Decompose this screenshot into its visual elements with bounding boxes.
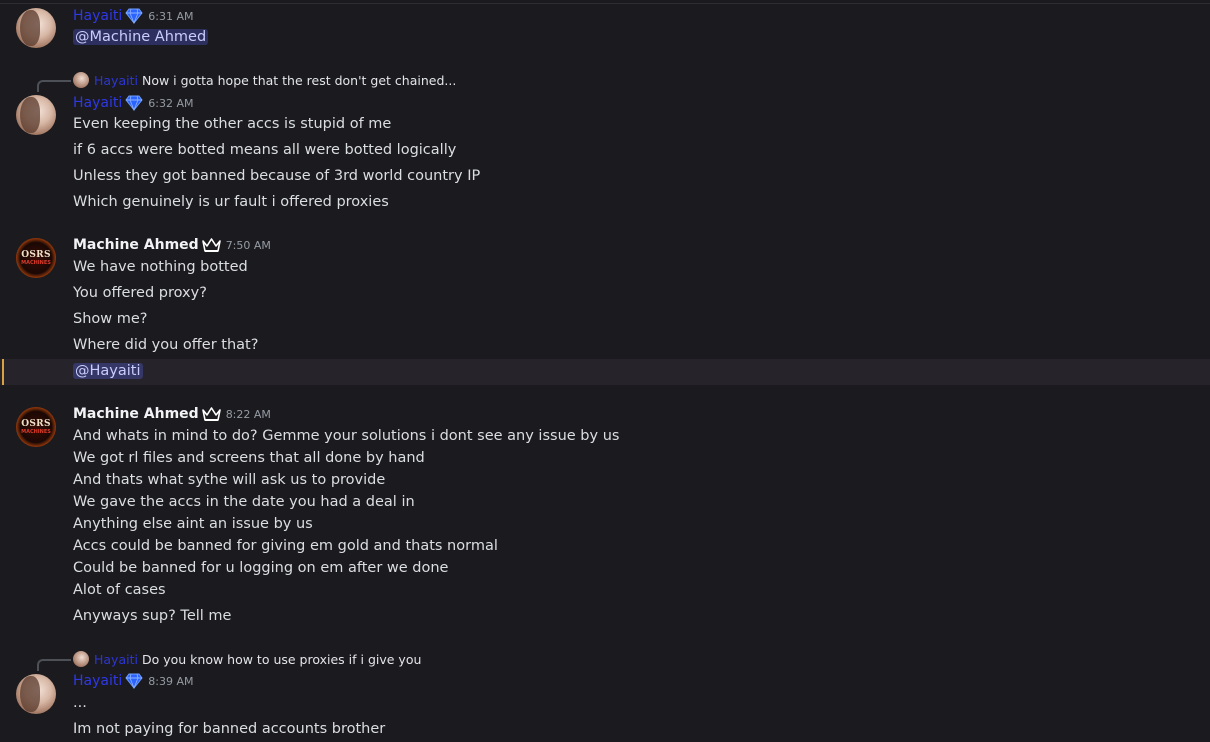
avatar[interactable]: OSRS MACHINES: [16, 238, 56, 278]
message-line: And whats in mind to do? Gemme your solu…: [73, 428, 620, 444]
message-line: We got rl files and screens that all don…: [73, 450, 425, 466]
message-line: Im not paying for banned accounts brothe…: [73, 721, 386, 737]
message-line: We gave the accs in the date you had a d…: [73, 494, 415, 510]
user-mention[interactable]: @Machine Ahmed: [73, 29, 209, 45]
avatar-logo-text: OSRS: [21, 419, 51, 429]
message-header: Machine Ahmed 8:22 AM: [73, 406, 271, 422]
reply-avatar: [73, 72, 89, 88]
avatar[interactable]: [16, 95, 56, 135]
message-line: @Machine Ahmed: [73, 29, 209, 45]
message-line: Alot of cases: [73, 582, 166, 598]
crown-icon[interactable]: [201, 406, 221, 422]
timestamp: 6:31 AM: [148, 9, 194, 23]
timestamp: 6:32 AM: [148, 96, 194, 110]
reply-author[interactable]: Hayaiti: [94, 73, 138, 88]
message-line: if 6 accs were botted means all were bot…: [73, 142, 457, 158]
avatar[interactable]: [16, 8, 56, 48]
message-line: Could be banned for u logging on em afte…: [73, 560, 449, 576]
avatar-logo-subtext: MACHINES: [21, 260, 51, 266]
message-header: Machine Ahmed 7:50 AM: [73, 237, 271, 253]
message-header: Hayaiti 6:32 AM: [73, 95, 193, 111]
author-name[interactable]: Hayaiti: [73, 673, 122, 689]
message-line: Unless they got banned because of 3rd wo…: [73, 168, 481, 184]
avatar-logo-text: OSRS: [21, 250, 51, 260]
author-name[interactable]: Hayaiti: [73, 8, 122, 24]
highlighted-message: [0, 359, 1210, 385]
message-line: Anyways sup? Tell me: [73, 608, 232, 624]
avatar[interactable]: [16, 674, 56, 714]
reply-spine: [37, 80, 71, 92]
message-line: ...: [73, 695, 87, 711]
reply-avatar: [73, 651, 89, 667]
author-name[interactable]: Machine Ahmed: [73, 237, 199, 253]
message-line: We have nothing botted: [73, 259, 248, 275]
mention-highlight-bar: [2, 359, 4, 385]
timestamp: 8:22 AM: [225, 407, 271, 421]
timestamp: 8:39 AM: [148, 674, 194, 688]
diamond-icon[interactable]: [125, 8, 143, 24]
message-line: Where did you offer that?: [73, 337, 259, 353]
message-line: You offered proxy?: [73, 285, 207, 301]
avatar[interactable]: OSRS MACHINES: [16, 407, 56, 447]
timestamp: 7:50 AM: [225, 238, 271, 252]
reply-spine: [37, 659, 71, 671]
message-line: Accs could be banned for giving em gold …: [73, 538, 498, 554]
author-name[interactable]: Hayaiti: [73, 95, 122, 111]
message-line: @Hayaiti: [73, 363, 143, 379]
message-line: Anything else aint an issue by us: [73, 516, 313, 532]
message-header: Hayaiti 6:31 AM: [73, 8, 193, 24]
user-mention[interactable]: @Hayaiti: [73, 363, 143, 379]
reply-text[interactable]: Now i gotta hope that the rest don't get…: [142, 73, 456, 88]
avatar-logo-subtext: MACHINES: [21, 429, 51, 435]
top-divider: [0, 3, 1210, 4]
crown-icon[interactable]: [201, 237, 221, 253]
message-line: Show me?: [73, 311, 148, 327]
message-line: Even keeping the other accs is stupid of…: [73, 116, 392, 132]
message-line: Which genuinely is ur fault i offered pr…: [73, 194, 389, 210]
diamond-icon[interactable]: [125, 95, 143, 111]
message-line: And thats what sythe will ask us to prov…: [73, 472, 386, 488]
reply-author[interactable]: Hayaiti: [94, 652, 138, 667]
diamond-icon[interactable]: [125, 673, 143, 689]
message-header: Hayaiti 8:39 AM: [73, 673, 193, 689]
reply-content: Hayaiti Do you know how to use proxies i…: [73, 651, 421, 667]
reply-content: Hayaiti Now i gotta hope that the rest d…: [73, 72, 456, 88]
author-name[interactable]: Machine Ahmed: [73, 406, 199, 422]
reply-text[interactable]: Do you know how to use proxies if i give…: [142, 652, 421, 667]
